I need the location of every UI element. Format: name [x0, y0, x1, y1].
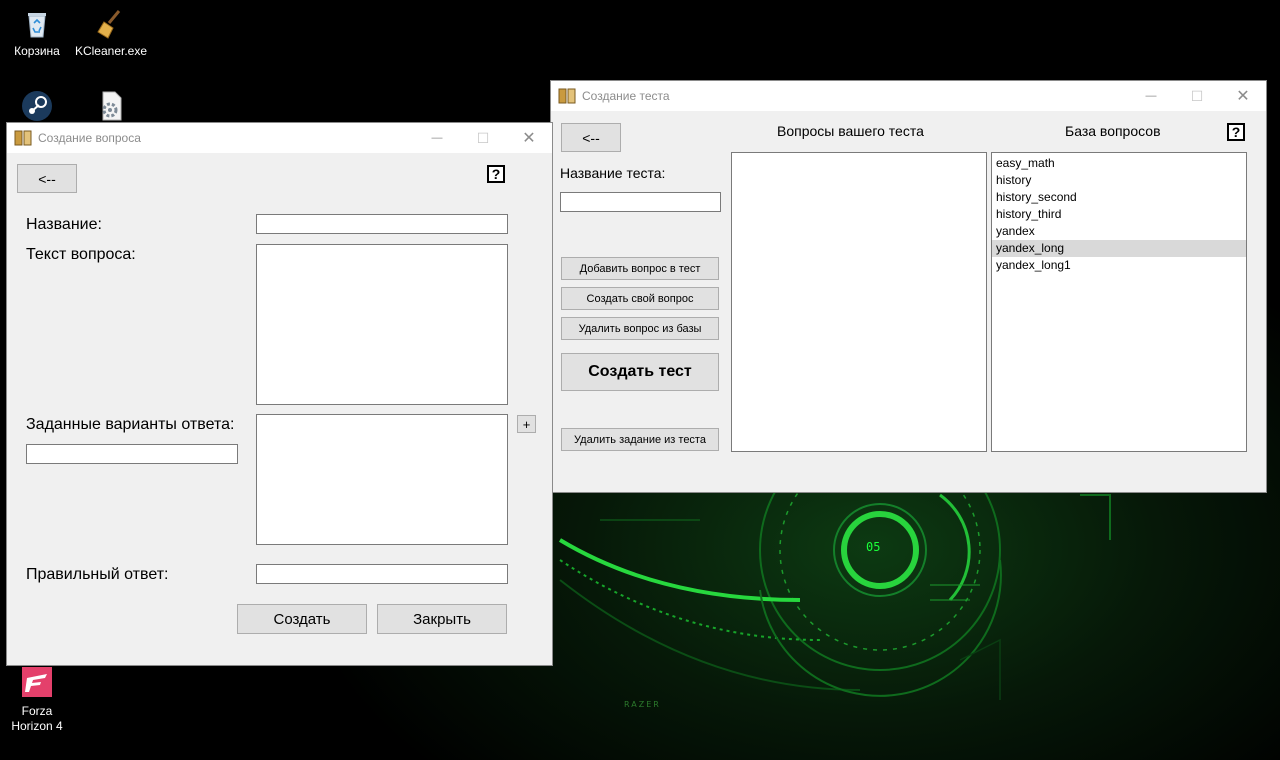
broom-icon [97, 10, 121, 39]
question-text-label: Текст вопроса: [26, 246, 136, 263]
forza-icon [22, 667, 52, 697]
minimize-button[interactable]: — [414, 123, 460, 153]
desktop-icon-settings-file[interactable] [74, 90, 148, 126]
window-title: Создание вопроса [38, 131, 141, 145]
help-icon: ? [1231, 124, 1241, 140]
minimize-button[interactable]: — [1128, 81, 1174, 111]
book-icon [558, 88, 576, 104]
title-bar[interactable]: Создание вопроса — ☐ ✕ [7, 123, 552, 153]
book-icon [14, 130, 32, 146]
question-creation-window: Создание вопроса — ☐ ✕ <-- ? Название: Т… [6, 122, 553, 666]
create-test-button[interactable]: Создать тест [561, 353, 719, 391]
desktop-icon-kcleaner[interactable]: KCleaner.exe [74, 8, 148, 59]
delete-question-from-base-button[interactable]: Удалить вопрос из базы [561, 317, 719, 340]
list-item[interactable]: history_third [992, 206, 1246, 223]
desktop-icon-label: Forza Horizon 4 [11, 704, 63, 733]
question-base-list[interactable]: easy_math history history_second history_th… [991, 152, 1247, 452]
close-button[interactable]: ✕ [506, 123, 552, 153]
desktop-icon-steam[interactable] [0, 90, 74, 126]
desktop-icon-recycle-bin[interactable]: Корзина [0, 8, 74, 59]
test-name-label: Название теста: [560, 165, 666, 181]
your-questions-header: Вопросы вашего теста [777, 123, 924, 139]
maximize-button[interactable]: ☐ [1174, 81, 1220, 111]
question-name-label: Название: [26, 216, 102, 233]
desktop-icon-forza[interactable]: Forza Horizon 4 [0, 666, 74, 734]
list-item[interactable]: history_second [992, 189, 1246, 206]
maximize-button[interactable]: ☐ [460, 123, 506, 153]
window-title: Создание теста [582, 89, 670, 103]
close-icon: ✕ [522, 130, 536, 147]
close-button[interactable]: ✕ [1220, 81, 1266, 111]
gear-file-icon [102, 91, 122, 121]
create-own-question-button[interactable]: Создать свой вопрос [561, 287, 719, 310]
answer-variants-list[interactable] [256, 414, 508, 545]
question-name-input[interactable] [256, 214, 508, 234]
desktop-icon-label: KCleaner.exe [74, 44, 148, 58]
close-icon: ✕ [1236, 88, 1250, 105]
list-item[interactable]: yandex_long [992, 240, 1246, 257]
minimize-icon: — [431, 132, 443, 144]
list-item[interactable]: easy_math [992, 155, 1246, 172]
delete-task-from-test-button[interactable]: Удалить задание из теста [561, 428, 719, 451]
help-button[interactable]: ? [487, 165, 505, 183]
question-text-area[interactable] [256, 244, 508, 405]
add-variant-button[interactable]: + [517, 415, 536, 433]
create-button[interactable]: Создать [237, 604, 367, 634]
help-button[interactable]: ? [1227, 123, 1245, 141]
correct-answer-input[interactable] [256, 564, 508, 584]
answer-variants-label: Заданные варианты ответа: [26, 416, 235, 433]
title-bar[interactable]: Создание теста — ☐ ✕ [551, 81, 1266, 111]
plus-icon: + [522, 416, 531, 432]
correct-answer-label: Правильный ответ: [26, 566, 169, 583]
back-button[interactable]: <-- [17, 164, 77, 193]
help-icon: ? [491, 166, 501, 182]
maximize-icon: ☐ [1190, 87, 1204, 104]
close-window-button[interactable]: Закрыть [377, 604, 507, 634]
steam-icon [22, 91, 52, 121]
list-item[interactable]: yandex [992, 223, 1246, 240]
your-questions-list[interactable] [731, 152, 987, 452]
test-name-input[interactable] [560, 192, 721, 212]
maximize-icon: ☐ [476, 129, 490, 146]
minimize-icon: — [1145, 90, 1157, 102]
question-base-header: База вопросов [1065, 123, 1161, 139]
desktop-icon-label: Корзина [14, 44, 60, 58]
add-question-to-test-button[interactable]: Добавить вопрос в тест [561, 257, 719, 280]
back-button[interactable]: <-- [561, 123, 621, 152]
list-item[interactable]: yandex_long1 [992, 257, 1246, 274]
wallpaper-dial-text: 05 [866, 540, 881, 554]
recycle-bin-icon [28, 13, 46, 38]
wallpaper-brand-text: RAZER [624, 700, 661, 709]
test-creation-window: Создание теста — ☐ ✕ <-- Вопросы вашего … [550, 80, 1267, 493]
answer-variant-input[interactable] [26, 444, 238, 464]
list-item[interactable]: history [992, 172, 1246, 189]
